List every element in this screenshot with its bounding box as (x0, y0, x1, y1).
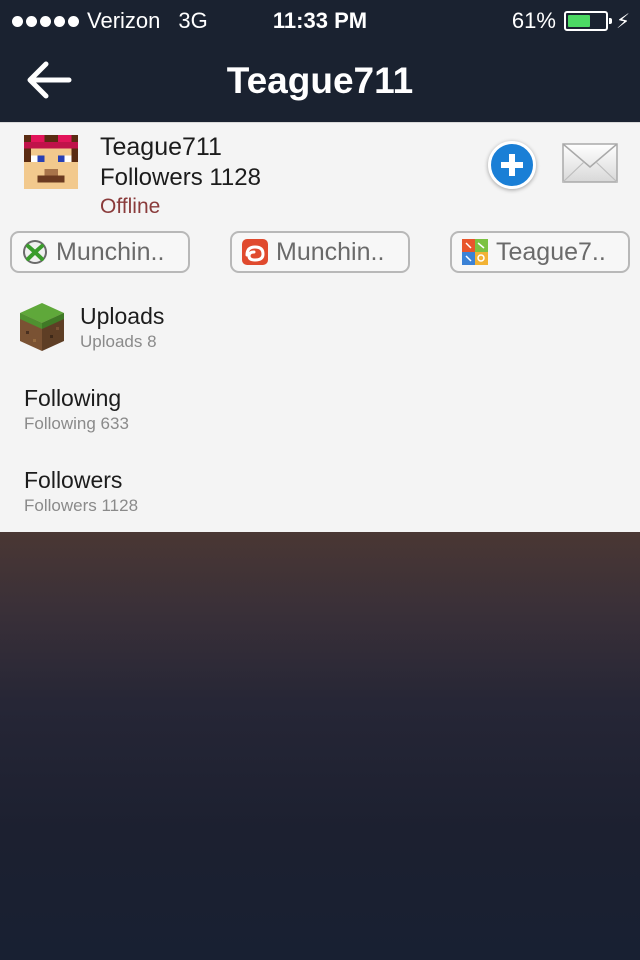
status-right: 61% ⚡ (512, 8, 630, 34)
game-center-icon (242, 239, 268, 265)
xbox-account-label: Munchin.. (56, 237, 165, 266)
follow-button[interactable] (488, 141, 536, 189)
following-title: Following (24, 385, 122, 411)
envelope-icon (562, 143, 618, 183)
game-center-account-button[interactable]: Munchin.. (230, 231, 410, 273)
xbox-icon (23, 240, 47, 264)
followers-subtitle: Followers 1128 (24, 496, 139, 515)
apps-account-button[interactable]: Teague7.. (450, 231, 630, 273)
xbox-account-button[interactable]: Munchin.. (10, 231, 190, 273)
profile-followers: Followers 1128 (100, 164, 261, 191)
navigation-bar: Teague711 (0, 40, 640, 122)
profile-name: Teague711 (100, 133, 222, 161)
uploads-row[interactable]: Uploads Uploads 8 (0, 303, 640, 352)
online-status: Offline (100, 195, 161, 218)
message-button[interactable] (562, 143, 618, 183)
charging-icon: ⚡ (615, 10, 630, 33)
background-wallpaper (0, 532, 640, 960)
page-title: Teague711 (226, 60, 414, 101)
followers-title: Followers (24, 467, 123, 493)
uploads-subtitle: Uploads 8 (80, 332, 157, 351)
game-center-account-label: Munchin.. (276, 237, 385, 266)
following-subtitle: Following 633 (24, 414, 129, 433)
status-bar: Verizon 3G 11:33 PM 61% ⚡ (0, 0, 640, 40)
battery-percent: 61% (511, 8, 556, 33)
battery-icon (563, 11, 612, 31)
avatar (24, 135, 78, 189)
followers-row[interactable]: Followers Followers 1128 (0, 467, 640, 516)
following-row[interactable]: Following Following 633 (0, 385, 640, 434)
profile-panel: Teague711 Followers 1128 Offline Munchin… (0, 122, 640, 532)
uploads-title: Uploads (80, 303, 165, 329)
gamecenter-apps-icon (462, 239, 488, 265)
apps-account-label: Teague7.. (496, 237, 606, 266)
top-bar: Verizon 3G 11:33 PM 61% ⚡ Teague711 (0, 0, 640, 122)
